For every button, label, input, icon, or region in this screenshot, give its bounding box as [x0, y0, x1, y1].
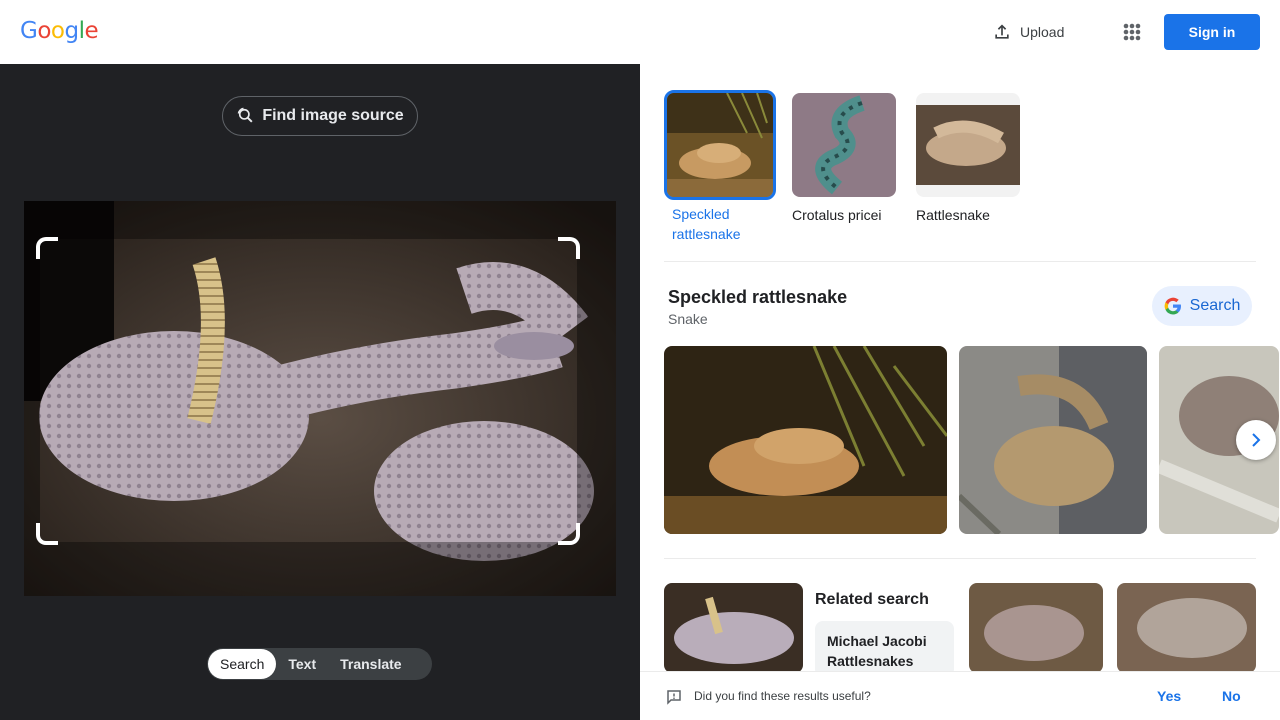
tab-search[interactable]: Search [208, 649, 277, 679]
query-image[interactable] [24, 201, 616, 596]
google-logo[interactable]: Google [20, 18, 99, 44]
entity-search-button[interactable]: Search [1152, 286, 1252, 326]
feedback-yes-button[interactable]: Yes [1157, 688, 1181, 704]
logo-letter: e [84, 18, 99, 44]
logo-letter: G [20, 18, 38, 44]
gallery-image[interactable] [959, 346, 1147, 534]
entity-title: Speckled rattlesnake [668, 287, 848, 307]
gallery-image[interactable] [664, 346, 947, 534]
related-searches: Related search Michael Jacobi Rattlesnak… [664, 583, 1256, 671]
feedback-no-button[interactable]: No [1222, 688, 1241, 704]
sign-in-button[interactable]: Sign in [1164, 14, 1260, 50]
crop-handle-top-right[interactable] [558, 237, 580, 259]
section-divider [664, 261, 1256, 262]
feedback-bar: Did you find these results useful? Yes N… [640, 671, 1280, 720]
related-search-chip[interactable]: Michael Jacobi Rattlesnakes [815, 621, 954, 671]
match-label: Rattlesnake [916, 207, 990, 223]
crop-handle-top-left[interactable] [36, 237, 58, 259]
upload-button[interactable]: Upload [992, 19, 1064, 45]
find-image-source-button[interactable]: Find image source [222, 96, 418, 136]
crop-handle-bottom-left[interactable] [36, 523, 58, 545]
entity-subtitle: Snake [668, 311, 708, 327]
logo-letter: o [37, 18, 51, 44]
match-card-speckled-rattlesnake[interactable]: Speckled rattlesnake [664, 90, 776, 244]
apps-button[interactable] [1118, 18, 1146, 46]
visual-match-strip: Speckled rattlesnake Crotalus pricei Rat… [664, 90, 1024, 244]
match-card-crotalus-pricei[interactable]: Crotalus pricei [788, 90, 900, 244]
find-image-source-label: Find image source [262, 107, 404, 124]
feedback-icon [667, 690, 681, 705]
results-pane: Speckled rattlesnake Crotalus pricei Rat… [640, 64, 1280, 720]
tab-translate[interactable]: Translate [328, 649, 413, 679]
chevron-right-icon [1252, 433, 1261, 447]
related-image[interactable] [664, 583, 803, 671]
lens-search-icon [237, 107, 253, 123]
crop-handle-bottom-right[interactable] [558, 523, 580, 545]
logo-letter: g [64, 18, 79, 44]
entity-image-gallery [664, 346, 1279, 534]
match-thumbnail [664, 90, 776, 200]
related-image[interactable] [1117, 583, 1256, 671]
section-divider [664, 558, 1256, 559]
match-card-rattlesnake[interactable]: Rattlesnake [912, 90, 1024, 244]
mode-tabs: Search Text Translate [207, 648, 432, 680]
related-search-heading: Related search [815, 591, 929, 608]
crop-region[interactable] [40, 239, 577, 542]
tab-text[interactable]: Text [276, 649, 328, 679]
entity-search-label: Search [1189, 297, 1241, 314]
gallery-next-button[interactable] [1236, 420, 1276, 460]
related-image[interactable] [969, 583, 1103, 671]
match-label: Speckled rattlesnake [672, 206, 741, 242]
match-thumbnail [792, 93, 896, 197]
match-label: Crotalus pricei [792, 207, 882, 223]
google-g-icon [1164, 297, 1181, 315]
feedback-question: Did you find these results useful? [694, 689, 871, 703]
apps-grid-icon [1123, 23, 1141, 41]
match-thumbnail [916, 93, 1020, 197]
upload-label: Upload [1020, 24, 1065, 40]
logo-letter: o [50, 18, 65, 44]
lens-image-pane: Find image source Search Text Translate [0, 64, 640, 720]
upload-icon [995, 24, 1009, 39]
header: Google Upload Sign in [0, 0, 1280, 64]
